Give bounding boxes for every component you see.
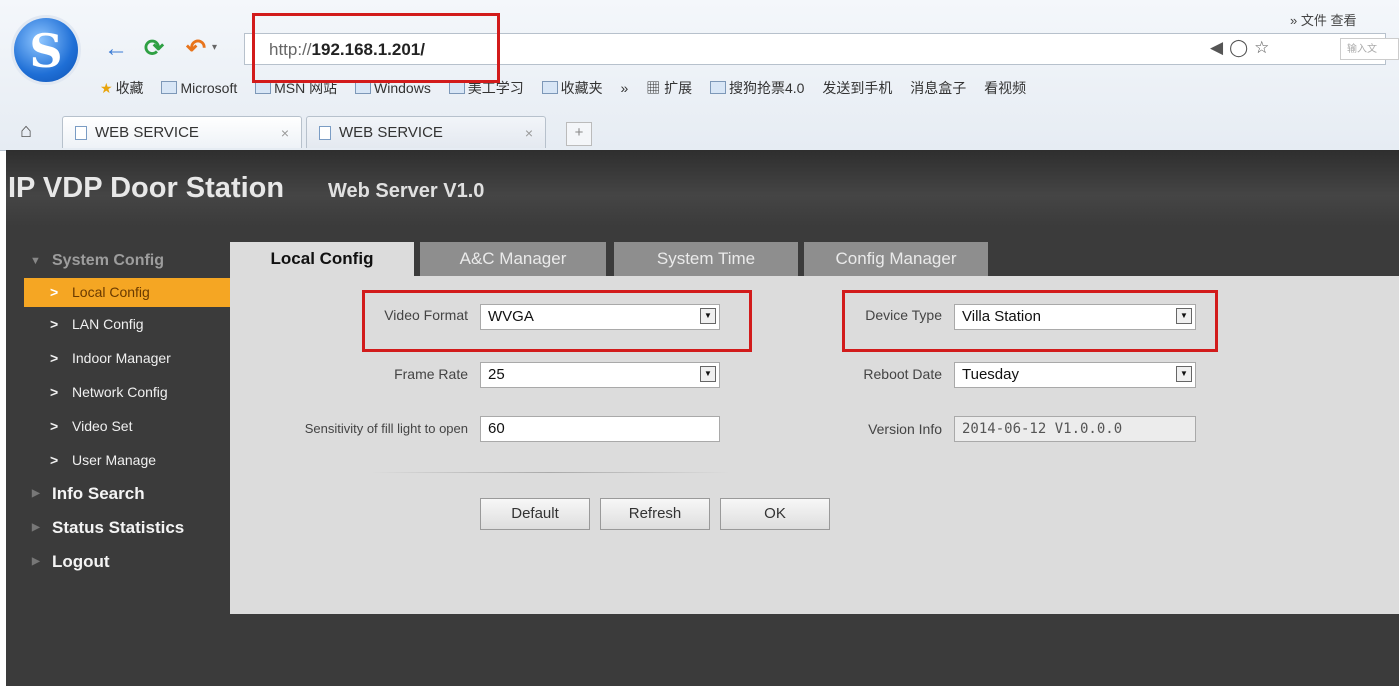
ok-button[interactable]: OK: [720, 498, 830, 530]
chevron-right-icon: >: [50, 452, 59, 468]
sidebar-item-video-set[interactable]: > Video Set: [24, 409, 230, 443]
shield-icon[interactable]: ◯: [1229, 38, 1254, 57]
sidebar: ▼ System Config > Local Config > LAN Con…: [24, 244, 230, 579]
sidebar-item-info-search[interactable]: ▶ Info Search: [24, 477, 230, 511]
star-icon[interactable]: ☆: [1254, 38, 1275, 57]
favorite-item[interactable]: 收藏夹: [541, 78, 603, 98]
dropdown-arrow-icon[interactable]: ▼: [1176, 366, 1192, 382]
star-icon: ★: [100, 80, 113, 96]
version-info-label: Version Info: [868, 421, 942, 437]
address-bar-icons[interactable]: ◀◯☆: [1210, 38, 1275, 58]
favorite-item[interactable]: Microsoft: [161, 80, 237, 96]
top-menu[interactable]: » 文件 查看: [1290, 10, 1356, 29]
back-arrow-icon[interactable]: ←: [104, 34, 128, 64]
close-icon[interactable]: ×: [281, 117, 289, 149]
sidebar-item-local-config[interactable]: > Local Config: [24, 278, 230, 307]
app-title: IP VDP Door Station: [8, 172, 285, 204]
chevron-right-icon: >: [50, 418, 59, 434]
search-box[interactable]: 输入文: [1340, 38, 1399, 60]
browser-chrome: S ← ⟳ ↶ ▾ http://192.168.1.201/ ◀◯☆ » 文件…: [0, 0, 1399, 151]
favorite-item[interactable]: 看视频: [984, 78, 1026, 98]
dropdown-arrow-icon[interactable]: ▼: [700, 366, 716, 382]
triangle-down-icon: ▼: [30, 255, 41, 267]
sidebar-item-lan-config[interactable]: > LAN Config: [24, 307, 230, 341]
browser-tab[interactable]: WEB SERVICE ×: [62, 116, 302, 148]
favorite-item[interactable]: 消息盒子: [910, 78, 966, 98]
new-tab-button[interactable]: +: [566, 122, 592, 146]
page-icon: [709, 81, 726, 94]
favorite-item[interactable]: 发送到手机: [822, 78, 892, 98]
sensitivity-label: Sensitivity of fill light to open: [304, 421, 468, 436]
video-format-highlight-box: [362, 290, 752, 352]
app-header: IP VDP Door Station Web Server V1.0: [6, 150, 1399, 226]
chevron-right-icon: >: [50, 316, 59, 332]
chevron-right-icon: >: [50, 284, 59, 300]
divider: [370, 472, 730, 473]
app-subtitle: Web Server V1.0: [328, 180, 485, 202]
chevron-right-icon: >: [50, 350, 59, 366]
reboot-date-label: Reboot Date: [863, 366, 942, 382]
favorite-item-extensions[interactable]: ▦ 扩展: [646, 78, 692, 98]
triangle-right-icon: ▶: [32, 522, 40, 533]
default-button[interactable]: Default: [480, 498, 590, 530]
sidebar-item-network-config[interactable]: > Network Config: [24, 375, 230, 409]
sidebar-item-user-manage[interactable]: > User Manage: [24, 443, 230, 477]
browser-tab-strip: ⌂ WEB SERVICE × WEB SERVICE × +: [0, 112, 1399, 150]
tab-ac-manager[interactable]: A&C Manager: [420, 242, 606, 278]
triangle-right-icon: ▶: [32, 556, 40, 567]
triangle-right-icon: ▶: [32, 488, 40, 499]
reboot-date-select[interactable]: Tuesday ▼: [954, 362, 1196, 388]
page-icon: [319, 126, 331, 140]
web-page: IP VDP Door Station Web Server V1.0 ▼ Sy…: [6, 150, 1399, 686]
undo-dropdown-icon[interactable]: ▾: [212, 42, 217, 53]
browser-tab[interactable]: WEB SERVICE ×: [306, 116, 546, 148]
refresh-icon[interactable]: ⟳: [144, 34, 164, 64]
sidebar-item-status-statistics[interactable]: ▶ Status Statistics: [24, 511, 230, 545]
tab-system-time[interactable]: System Time: [614, 242, 798, 278]
sidebar-item-indoor-manager[interactable]: > Indoor Manager: [24, 341, 230, 375]
frame-rate-label: Frame Rate: [394, 366, 468, 382]
page-icon: [75, 126, 87, 140]
browser-logo-icon: S: [14, 18, 78, 82]
tab-local-config[interactable]: Local Config: [230, 242, 414, 278]
favorite-item-collect[interactable]: ★ 收藏: [100, 78, 144, 98]
close-icon[interactable]: ×: [525, 117, 533, 149]
folder-icon: [541, 81, 558, 94]
tab-config-manager[interactable]: Config Manager: [804, 242, 988, 278]
config-panel: Video Format WVGA ▼ Frame Rate 25 ▼ Sens…: [230, 276, 1399, 614]
folder-icon: [161, 81, 178, 94]
favorite-item[interactable]: 搜狗抢票4.0: [709, 78, 804, 98]
frame-rate-select[interactable]: 25 ▼: [480, 362, 720, 388]
sidebar-section-system-config[interactable]: ▼ System Config: [24, 244, 230, 278]
favorite-more[interactable]: »: [621, 80, 629, 96]
refresh-button[interactable]: Refresh: [600, 498, 710, 530]
home-icon[interactable]: ⌂: [20, 120, 32, 143]
url-highlight-box: [252, 13, 500, 83]
favorites-bar: ★ 收藏 Microsoft MSN 网站 Windows 美工学习 收藏夹 » …: [100, 78, 1040, 104]
send-icon[interactable]: ◀: [1210, 38, 1229, 57]
sensitivity-input[interactable]: 60: [480, 416, 720, 442]
chevron-right-icon: >: [50, 384, 59, 400]
undo-icon[interactable]: ↶: [186, 34, 206, 64]
sidebar-item-logout[interactable]: ▶ Logout: [24, 545, 230, 579]
device-type-highlight-box: [842, 290, 1218, 352]
grid-icon: ▦: [646, 80, 665, 96]
version-info-field: 2014-06-12 V1.0.0.0: [954, 416, 1196, 442]
